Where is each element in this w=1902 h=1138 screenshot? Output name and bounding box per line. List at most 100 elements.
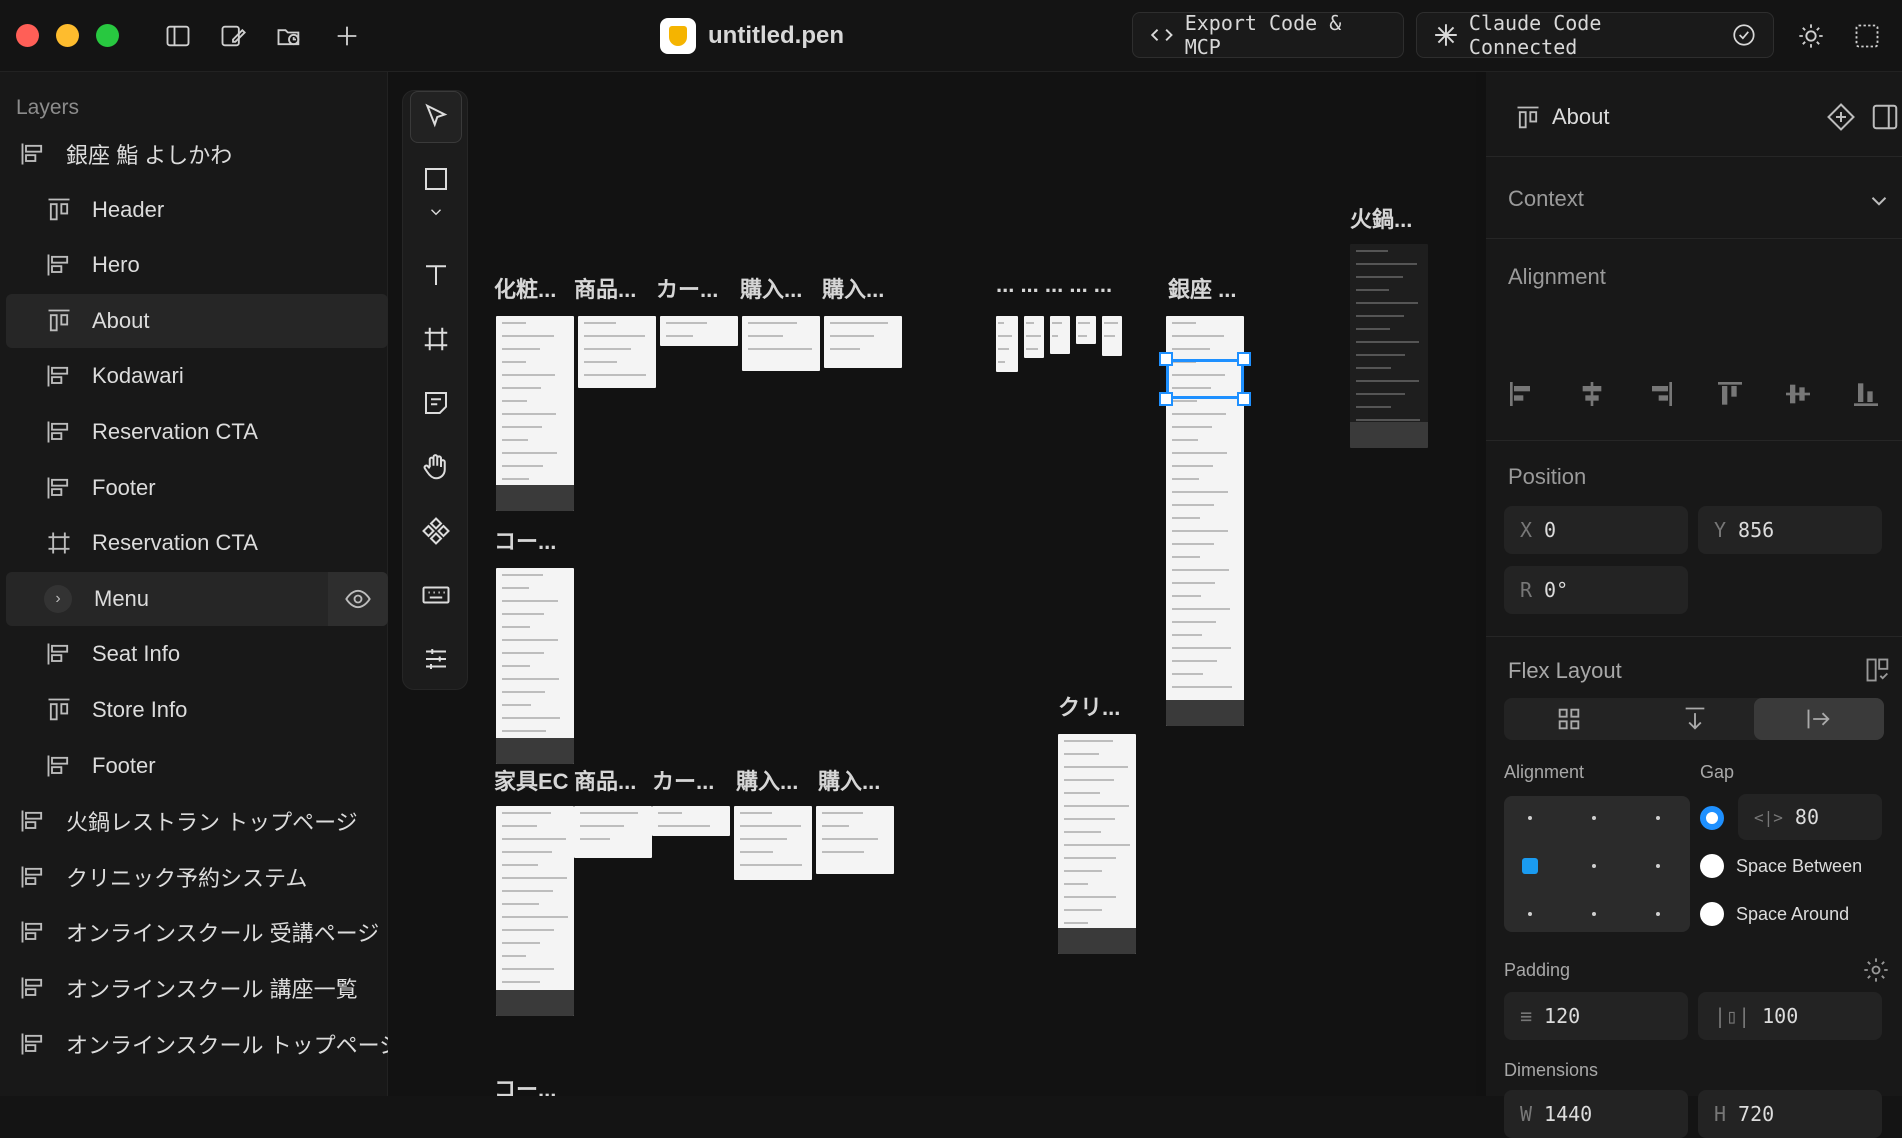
gap-input[interactable]: <|> 80 [1738,794,1882,840]
space-around-radio[interactable] [1700,902,1724,926]
layout-vertical-button[interactable] [1630,698,1760,740]
hand-tool[interactable] [410,441,462,493]
gear-icon[interactable] [1862,956,1890,984]
eye-icon[interactable] [328,571,388,626]
file-title[interactable]: untitled.pen [660,14,844,58]
frame-thumbnail[interactable] [652,806,730,836]
frame-thumbnail[interactable] [660,316,738,346]
frame-label[interactable]: 火鍋... [1350,202,1412,234]
frame-label[interactable]: カー... [656,272,718,304]
fullscreen-icon[interactable] [1850,19,1884,53]
alignment-dot[interactable] [1592,912,1596,916]
align-right-icon[interactable] [1644,378,1676,410]
resize-handle[interactable] [1237,392,1251,406]
layer-item[interactable]: オンラインスクール 受講ページ [6,905,388,959]
gap-fixed-radio[interactable] [1700,806,1724,830]
add-icon[interactable] [330,19,364,53]
frame-thumbnail[interactable] [1350,244,1428,448]
minimize-window-button[interactable] [56,24,79,47]
frame-thumbnail[interactable] [496,316,574,511]
layer-item[interactable]: Store Info [6,683,388,737]
align-bottom-icon[interactable] [1850,378,1882,410]
height-input[interactable]: H 720 [1698,1090,1882,1138]
layer-item[interactable]: クリニック予約システム [6,850,388,904]
layer-item[interactable]: Footer [6,739,388,793]
layer-item[interactable]: 銀座 鮨 よしかわ [6,127,388,181]
frame-thumbnail[interactable] [578,316,656,388]
frame-label[interactable]: 家具EC [494,764,569,796]
select-tool[interactable] [410,91,462,143]
frame-label[interactable]: コー... [494,1072,556,1096]
selection-box[interactable] [1166,359,1244,399]
export-code-button[interactable]: Export Code & MCP [1132,11,1404,59]
alignment-dot[interactable] [1592,864,1596,868]
layout-horizontal-button[interactable] [1754,698,1884,740]
layer-item[interactable]: Header [6,183,388,237]
component-tool[interactable] [410,505,462,557]
layer-item[interactable]: Reservation CTA [6,405,388,459]
padding-horizontal-input[interactable]: |▯| 100 [1698,992,1882,1040]
frame-thumbnail[interactable] [1076,316,1096,344]
frame-label[interactable]: 商品... [574,272,636,304]
toggle-panel-icon[interactable] [1870,102,1900,132]
layout-none-button[interactable] [1504,698,1634,740]
frame-label[interactable]: カー... [652,764,714,796]
frame-thumbnail[interactable] [574,806,652,858]
align-center-v-icon[interactable] [1782,378,1814,410]
frame-label[interactable]: 化粧... [494,272,556,304]
resize-handle[interactable] [1237,352,1251,366]
align-center-h-icon[interactable] [1576,378,1608,410]
canvas[interactable]: 化粧... 商品... カー... 購入... 購入... ... ... ... ...… [388,72,1476,1096]
frame-tool[interactable] [410,313,462,365]
layer-item[interactable]: About [6,293,388,348]
resize-handle[interactable] [1159,352,1173,366]
frame-thumbnail[interactable] [1024,316,1044,358]
frame-thumbnail[interactable] [496,806,574,1016]
frame-label[interactable]: クリ... [1058,690,1120,722]
maximize-window-button[interactable] [96,24,119,47]
alignment-dot[interactable] [1656,864,1660,868]
alignment-dot[interactable] [1592,816,1596,820]
alignment-dot[interactable] [1656,816,1660,820]
context-section-title[interactable]: Context [1508,186,1584,212]
frame-label[interactable]: コー... [494,524,556,556]
layer-item[interactable]: Reservation CTA [6,516,388,570]
y-position-input[interactable]: Y 856 [1698,506,1882,554]
edit-page-icon[interactable] [216,19,250,53]
x-position-input[interactable]: X0 [1504,506,1688,554]
frame-thumbnail[interactable] [734,806,812,880]
layer-item[interactable]: Kodawari [6,349,388,403]
align-top-icon[interactable] [1714,378,1746,410]
alignment-dot[interactable] [1528,816,1532,820]
space-between-radio[interactable] [1700,854,1724,878]
layer-item[interactable]: Footer [6,461,388,515]
claude-code-button[interactable]: Claude Code Connected [1416,11,1774,59]
alignment-dot[interactable] [1528,912,1532,916]
layer-item[interactable]: Seat Info [6,627,388,681]
padding-vertical-input[interactable]: ≡ 120 [1504,992,1688,1040]
frame-label[interactable]: 銀座 ... [1168,272,1236,304]
close-window-button[interactable] [16,24,39,47]
align-left-icon[interactable] [1506,378,1538,410]
frame-thumbnail[interactable] [1058,734,1136,954]
layer-item[interactable]: 火鍋レストラン トップページ [6,794,388,848]
frame-thumbnail[interactable] [1050,316,1070,354]
resize-handle[interactable] [1159,392,1173,406]
alignment-grid[interactable] [1504,796,1690,932]
alignment-selected-dot[interactable] [1522,858,1538,874]
history-folder-icon[interactable] [272,19,306,53]
chevron-right-icon[interactable]: › [44,584,72,613]
frame-thumbnail[interactable] [996,316,1018,372]
frame-label[interactable]: ... ... ... ... ... [996,272,1112,298]
frame-thumbnail[interactable] [1102,316,1122,356]
create-component-icon[interactable] [1826,102,1856,132]
keyboard-tool[interactable] [410,569,462,621]
layer-item[interactable]: オンラインスクール トップページ [6,1017,388,1071]
layer-item[interactable]: オンラインスクール 講座一覧 [6,961,388,1015]
layer-item[interactable]: › Menu [6,571,388,626]
frame-label[interactable]: 購入... [822,272,884,304]
toggle-sidebar-icon[interactable] [161,19,195,53]
frame-thumbnail[interactable] [824,316,902,368]
shape-dropdown[interactable] [410,197,462,227]
frame-thumbnail[interactable] [742,316,820,371]
